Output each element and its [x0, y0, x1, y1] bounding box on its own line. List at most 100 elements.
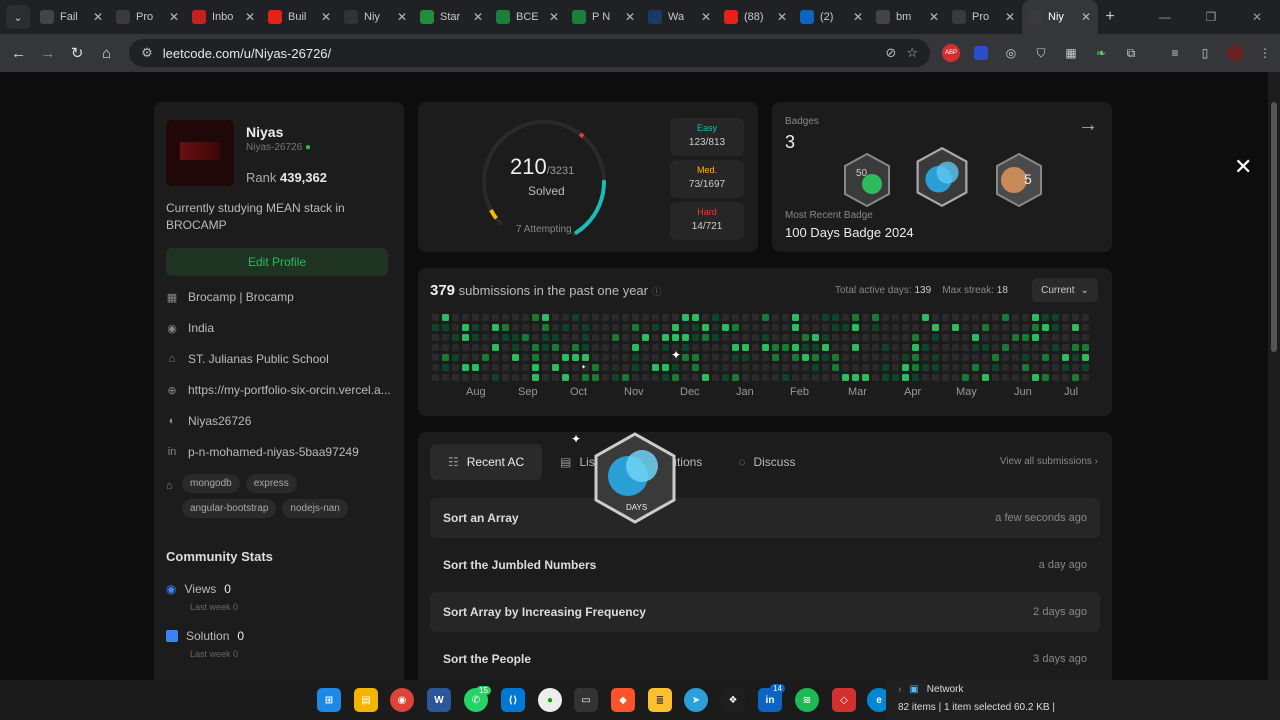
- heatmap-cell[interactable]: [482, 324, 489, 331]
- close-tab-icon[interactable]: ✕: [928, 10, 940, 24]
- heatmap-cell[interactable]: [812, 324, 819, 331]
- browser-tab[interactable]: Buil ✕: [262, 0, 338, 34]
- heatmap-cell[interactable]: [782, 314, 789, 321]
- heatmap-cell[interactable]: [852, 344, 859, 351]
- heatmap-cell[interactable]: [472, 354, 479, 361]
- problem-row[interactable]: Sort the Jumbled Numbers a day ago: [430, 545, 1100, 585]
- heatmap-cell[interactable]: [552, 364, 559, 371]
- heatmap-cell[interactable]: [512, 334, 519, 341]
- heatmap-cell[interactable]: [992, 324, 999, 331]
- heatmap-cell[interactable]: [502, 364, 509, 371]
- heatmap-cell[interactable]: [822, 354, 829, 361]
- heatmap-cell[interactable]: [1032, 334, 1039, 341]
- heatmap-cell[interactable]: [882, 314, 889, 321]
- heatmap-cell[interactable]: [592, 374, 599, 381]
- heatmap-cell[interactable]: [602, 354, 609, 361]
- heatmap-cell[interactable]: [1062, 334, 1069, 341]
- heatmap-cell[interactable]: [462, 324, 469, 331]
- back-button[interactable]: ←: [4, 38, 33, 68]
- heatmap-cell[interactable]: [542, 324, 549, 331]
- heatmap-cell[interactable]: [592, 314, 599, 321]
- heatmap-cell[interactable]: [652, 364, 659, 371]
- hard-stat[interactable]: Hard 14/721: [670, 202, 744, 240]
- heatmap-cell[interactable]: [732, 354, 739, 361]
- heatmap-cell[interactable]: [612, 314, 619, 321]
- close-tab-icon[interactable]: ✕: [396, 10, 408, 24]
- heatmap-cell[interactable]: [962, 354, 969, 361]
- heatmap-cell[interactable]: [832, 374, 839, 381]
- heatmap-cell[interactable]: [692, 374, 699, 381]
- heatmap-cell[interactable]: [742, 314, 749, 321]
- heatmap-cell[interactable]: [522, 314, 529, 321]
- heatmap-cell[interactable]: [552, 334, 559, 341]
- heatmap-cell[interactable]: [622, 324, 629, 331]
- heatmap-cell[interactable]: [672, 364, 679, 371]
- heatmap-cell[interactable]: [742, 374, 749, 381]
- heatmap-cell[interactable]: [992, 314, 999, 321]
- easy-stat[interactable]: Easy 123/813: [670, 118, 744, 156]
- restore-button[interactable]: ❐: [1188, 0, 1234, 34]
- skill-tag[interactable]: angular-bootstrap: [182, 499, 277, 518]
- browser-tab[interactable]: Star ✕: [414, 0, 490, 34]
- heatmap-cell[interactable]: [822, 324, 829, 331]
- heatmap-cell[interactable]: [482, 364, 489, 371]
- minimize-button[interactable]: —: [1142, 0, 1188, 34]
- heatmap-cell[interactable]: [602, 344, 609, 351]
- heatmap-cell[interactable]: [922, 354, 929, 361]
- heatmap-cell[interactable]: [1042, 314, 1049, 321]
- figma-icon[interactable]: ❖: [721, 688, 745, 712]
- heatmap-cell[interactable]: [572, 324, 579, 331]
- heatmap-cell[interactable]: [622, 374, 629, 381]
- heatmap-cell[interactable]: [582, 374, 589, 381]
- heatmap-cell[interactable]: [692, 334, 699, 341]
- heatmap-cell[interactable]: [612, 344, 619, 351]
- heatmap-cell[interactable]: [902, 314, 909, 321]
- heatmap-cell[interactable]: [852, 324, 859, 331]
- heatmap-cell[interactable]: [472, 334, 479, 341]
- heatmap-cell[interactable]: [682, 354, 689, 361]
- heatmap-cell[interactable]: [792, 354, 799, 361]
- heatmap-cell[interactable]: [712, 314, 719, 321]
- heatmap-cell[interactable]: [632, 354, 639, 361]
- brave-icon[interactable]: ◆: [611, 688, 635, 712]
- heatmap-cell[interactable]: [462, 344, 469, 351]
- heatmap-cell[interactable]: [952, 344, 959, 351]
- heatmap-cell[interactable]: [662, 374, 669, 381]
- heatmap-cell[interactable]: [802, 374, 809, 381]
- heatmap-cell[interactable]: [1032, 374, 1039, 381]
- recent-tab[interactable]: ◌ Discuss: [720, 444, 813, 480]
- edit-profile-button[interactable]: Edit Profile: [166, 248, 388, 276]
- browser-tab[interactable]: Niy ✕: [1022, 0, 1098, 34]
- heatmap-cell[interactable]: [932, 354, 939, 361]
- heatmap-cell[interactable]: [552, 374, 559, 381]
- heatmap-cell[interactable]: [912, 334, 919, 341]
- heatmap-cell[interactable]: [732, 314, 739, 321]
- browser-tab[interactable]: Pro ✕: [946, 0, 1022, 34]
- heatmap-cell[interactable]: [482, 314, 489, 321]
- heatmap-cell[interactable]: [492, 334, 499, 341]
- heatmap-cell[interactable]: [632, 374, 639, 381]
- heatmap-cell[interactable]: [982, 364, 989, 371]
- heatmap-cell[interactable]: [672, 334, 679, 341]
- heatmap-cell[interactable]: [912, 374, 919, 381]
- heatmap-cell[interactable]: [962, 314, 969, 321]
- heatmap-cell[interactable]: [862, 324, 869, 331]
- heatmap-cell[interactable]: [1062, 364, 1069, 371]
- heatmap-cell[interactable]: [812, 364, 819, 371]
- heatmap-cell[interactable]: [732, 324, 739, 331]
- word-icon[interactable]: W: [427, 688, 451, 712]
- heatmap-cell[interactable]: [672, 374, 679, 381]
- heatmap-cell[interactable]: [812, 374, 819, 381]
- heatmap-cell[interactable]: [482, 354, 489, 361]
- skill-tag[interactable]: mongodb: [182, 474, 240, 493]
- heatmap-cell[interactable]: [692, 364, 699, 371]
- puzzle-extensions-icon[interactable]: ⧉: [1116, 38, 1146, 68]
- telegram-icon[interactable]: ➤: [684, 688, 708, 712]
- heatmap-cell[interactable]: [1042, 324, 1049, 331]
- heatmap-cell[interactable]: [1012, 334, 1019, 341]
- heatmap-cell[interactable]: [542, 344, 549, 351]
- heatmap-cell[interactable]: [932, 324, 939, 331]
- 100-days-badge[interactable]: [914, 146, 970, 208]
- heatmap-cell[interactable]: [822, 314, 829, 321]
- heatmap-cell[interactable]: [1062, 344, 1069, 351]
